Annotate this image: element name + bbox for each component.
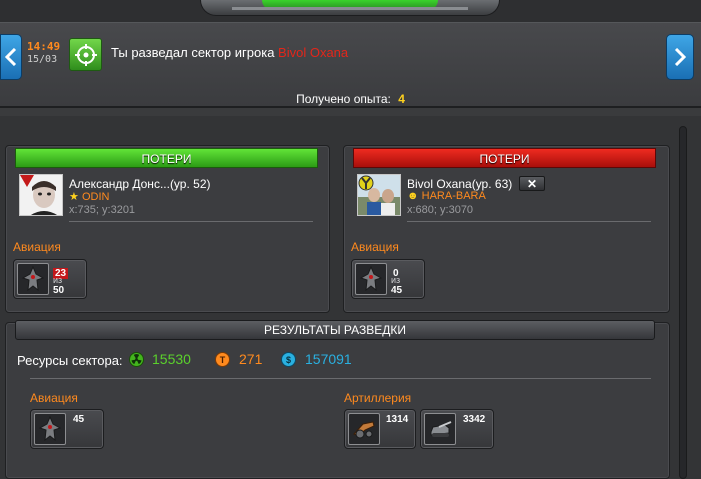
sector-resources-label: Ресурсы сектора:	[17, 353, 123, 368]
attacker-avatar[interactable]	[19, 174, 63, 216]
scrollbar[interactable]	[679, 126, 687, 479]
attacker-coords: x:735; y:3201	[69, 204, 136, 216]
experience-label: Получено опыта:	[296, 92, 391, 106]
resource-value-titanium: 271	[239, 351, 263, 367]
tank-unit-icon	[424, 413, 456, 445]
divider	[30, 378, 651, 379]
defender-losses-header: ПОТЕРИ	[353, 148, 656, 168]
message-prefix: Ты разведал сектор игрока	[111, 45, 279, 60]
top-ornament-trim	[232, 2, 468, 10]
results-artillery-count-2: 3342	[463, 414, 486, 425]
aircraft-unit-icon	[355, 263, 387, 295]
scout-crosshair-icon	[69, 38, 102, 71]
attacker-clan-name: ODIN	[81, 191, 110, 203]
attacker-clan[interactable]: ★ ODIN	[69, 190, 109, 203]
aircraft-unit-icon	[34, 413, 66, 445]
results-aviation-label: Авиация	[30, 391, 78, 405]
divider	[69, 221, 313, 222]
scouting-results-header: РЕЗУЛЬТАТЫ РАЗВЕДКИ	[15, 320, 655, 340]
star-icon: ★	[69, 191, 79, 203]
attacker-aviation-label: Авиация	[13, 240, 61, 254]
previous-message-button[interactable]	[0, 34, 22, 80]
skull-icon: ☻	[407, 190, 419, 202]
results-artillery-count-1: 1314	[386, 414, 409, 425]
next-message-button[interactable]	[666, 34, 694, 80]
target-player-link[interactable]: Bivol Oxana	[278, 45, 348, 60]
aircraft-unit-icon	[17, 263, 49, 295]
attacker-name[interactable]: Александр Донс...(ур. 52)	[69, 177, 211, 191]
defender-coords: x:680; y:3070	[407, 204, 474, 216]
results-artillery-unit-1[interactable]: 1314	[344, 409, 416, 449]
arrow-right-icon	[674, 48, 686, 66]
results-aviation-count: 45	[73, 414, 85, 425]
message-text: Ты разведал сектор игрока Bivol Oxana	[111, 45, 348, 60]
results-aviation-unit[interactable]: 45	[30, 409, 104, 449]
attacker-losses-header: ПОТЕРИ	[15, 148, 318, 168]
results-artillery-label: Артиллерия	[344, 391, 412, 405]
scouting-results-panel	[5, 322, 670, 479]
defender-clan[interactable]: ☻ HARA-BARA	[407, 190, 486, 202]
resource-value-radiation: 15530	[152, 351, 191, 367]
defender-clan-name: HARA-BARA	[421, 190, 486, 202]
of-label: из	[53, 275, 63, 285]
results-artillery-unit-2[interactable]: 3342	[420, 409, 494, 449]
credits-icon: $	[281, 352, 296, 367]
radiation-icon	[129, 352, 144, 367]
close-button[interactable]: ✕	[519, 176, 545, 191]
resource-value-credits: 157091	[305, 351, 352, 367]
message-date: 15/03	[27, 54, 58, 65]
artillery-unit-icon	[348, 413, 380, 445]
defender-aviation-unit[interactable]: 0 из 45	[351, 259, 425, 299]
titanium-icon: T	[215, 352, 230, 367]
defender-total-count: 45	[391, 285, 403, 296]
attacker-total-count: 50	[53, 285, 65, 296]
attacker-aviation-unit[interactable]: 23 из 50	[13, 259, 87, 299]
of-label: из	[391, 275, 401, 285]
divider	[407, 221, 651, 222]
experience-row: Получено опыта: 4	[0, 92, 701, 106]
message-time: 14:49	[27, 40, 61, 53]
experience-value: 4	[398, 92, 405, 106]
defender-avatar[interactable]	[357, 174, 401, 216]
arrow-left-icon	[5, 48, 17, 66]
defender-name[interactable]: Bivol Oxana(ур. 63)	[407, 177, 512, 191]
defender-aviation-label: Авиация	[351, 240, 399, 254]
